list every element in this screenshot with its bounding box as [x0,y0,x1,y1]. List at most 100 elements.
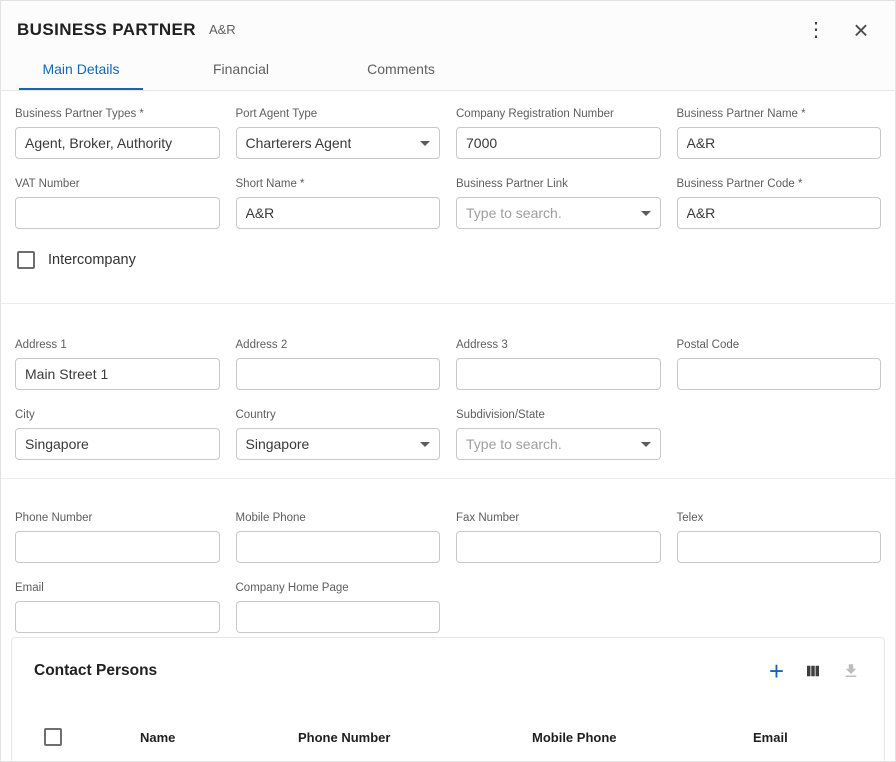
column-header-name: Name [140,730,298,745]
business-partner-name-input[interactable] [677,127,882,159]
address-section: Address 1 Address 2 Address 3 Postal Cod… [1,304,895,478]
main-fields-grid: Business Partner Types * Port Agent Type… [15,107,881,229]
contact-persons-card: Contact Persons + Name Phone Number Mobi… [11,637,885,761]
select-all-cell [12,728,140,746]
tab-comments[interactable]: Comments [321,51,481,90]
country-select[interactable]: Singapore [236,428,441,460]
field-label: Business Partner Link [456,177,661,191]
more-options-icon[interactable]: ⋮ [805,20,827,40]
address-2-input[interactable] [236,358,441,390]
field-city: City [15,408,220,460]
address-3-input[interactable] [456,358,661,390]
field-label: City [15,408,220,422]
port-agent-type-select[interactable]: Charterers Agent [236,127,441,159]
field-company-registration-number: Company Registration Number [456,107,661,159]
contact-persons-header: Contact Persons + [12,638,884,684]
choose-columns-icon[interactable] [804,662,822,680]
field-fax-number: Fax Number [456,511,661,563]
field-label: Business Partner Types * [15,107,220,121]
column-header-mobile-phone: Mobile Phone [532,730,753,745]
field-telex: Telex [677,511,882,563]
field-label: Company Home Page [236,581,441,595]
contact-section: Phone Number Mobile Phone Fax Number Tel… [1,479,895,633]
intercompany-row: Intercompany [17,251,881,269]
field-label: Email [15,581,220,595]
city-input[interactable] [15,428,220,460]
field-label: Business Partner Code * [677,177,882,191]
field-mobile-phone: Mobile Phone [236,511,441,563]
field-business-partner-link: Business Partner Link Type to search. [456,177,661,229]
field-address-1: Address 1 [15,338,220,390]
intercompany-checkbox[interactable] [17,251,35,269]
business-partner-code-input[interactable] [677,197,882,229]
company-home-page-input[interactable] [236,601,441,633]
address-1-input[interactable] [15,358,220,390]
dialog-header: BUSINESS PARTNER A&R ⋮ × Main Details Fi… [1,1,895,91]
field-label: Company Registration Number [456,107,661,121]
field-label: Country [236,408,441,422]
field-label: Fax Number [456,511,661,525]
select-all-checkbox[interactable] [44,728,62,746]
phone-number-input[interactable] [15,531,220,563]
select-placeholder: Type to search. [466,205,562,221]
field-company-home-page: Company Home Page [236,581,441,633]
field-label: Telex [677,511,882,525]
vat-number-input[interactable] [15,197,220,229]
business-partner-types-input[interactable] [15,127,220,159]
tab-bar: Main Details Financial Comments [1,51,895,90]
field-label: Address 2 [236,338,441,352]
tab-financial[interactable]: Financial [161,51,321,90]
chevron-down-icon [420,141,430,146]
tab-main-details[interactable]: Main Details [1,51,161,90]
field-email: Email [15,581,220,633]
field-label: Short Name * [236,177,441,191]
field-label: Port Agent Type [236,107,441,121]
intercompany-label: Intercompany [48,252,136,268]
email-input[interactable] [15,601,220,633]
business-partner-dialog: BUSINESS PARTNER A&R ⋮ × Main Details Fi… [0,0,896,762]
field-subdivision-state: Subdivision/State Type to search. [456,408,661,460]
field-business-partner-code: Business Partner Code * [677,177,882,229]
field-label: Mobile Phone [236,511,441,525]
field-label: Business Partner Name * [677,107,882,121]
column-header-phone-number: Phone Number [298,730,532,745]
field-phone-number: Phone Number [15,511,220,563]
field-label: Postal Code [677,338,882,352]
select-placeholder: Type to search. [466,436,562,452]
chevron-down-icon [641,211,651,216]
telex-input[interactable] [677,531,882,563]
select-value: Charterers Agent [246,135,352,151]
download-icon[interactable] [842,662,860,680]
title-row: BUSINESS PARTNER A&R ⋮ × [1,1,895,43]
partner-name-subtitle: A&R [209,22,236,37]
short-name-input[interactable] [236,197,441,229]
field-country: Country Singapore [236,408,441,460]
close-icon[interactable]: × [849,17,873,43]
contact-fields-grid: Phone Number Mobile Phone Fax Number Tel… [15,511,881,633]
field-postal-code: Postal Code [677,338,882,390]
add-contact-person-icon[interactable]: + [769,658,784,684]
chevron-down-icon [420,442,430,447]
field-label: Address 3 [456,338,661,352]
subdivision-state-select[interactable]: Type to search. [456,428,661,460]
select-value: Singapore [246,436,310,452]
field-label: Phone Number [15,511,220,525]
field-label: Address 1 [15,338,220,352]
field-address-3: Address 3 [456,338,661,390]
address-fields-grid: Address 1 Address 2 Address 3 Postal Cod… [15,338,881,460]
postal-code-input[interactable] [677,358,882,390]
contact-persons-title: Contact Persons [34,662,157,680]
field-port-agent-type: Port Agent Type Charterers Agent [236,107,441,159]
field-vat-number: VAT Number [15,177,220,229]
mobile-phone-input[interactable] [236,531,441,563]
company-registration-number-input[interactable] [456,127,661,159]
fax-number-input[interactable] [456,531,661,563]
column-header-email: Email [753,730,884,745]
field-business-partner-name: Business Partner Name * [677,107,882,159]
business-partner-link-select[interactable]: Type to search. [456,197,661,229]
field-label: VAT Number [15,177,220,191]
field-address-2: Address 2 [236,338,441,390]
contact-persons-table-header: Name Phone Number Mobile Phone Email [12,708,884,762]
main-details-section: Business Partner Types * Port Agent Type… [1,91,895,303]
page-title: BUSINESS PARTNER [17,20,196,40]
